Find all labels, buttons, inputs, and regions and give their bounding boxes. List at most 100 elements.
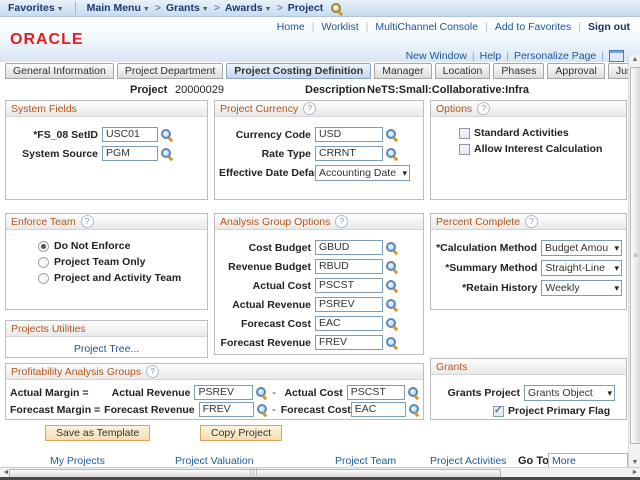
calculation-method-select[interactable]: Budget Amou [541, 240, 622, 256]
my-projects-link[interactable]: My Projects [50, 455, 105, 467]
do-not-enforce-radio[interactable] [38, 241, 49, 252]
breadcrumb-grants[interactable]: Grants▼ [166, 2, 209, 14]
cost-budget-lookup-icon[interactable] [385, 241, 398, 254]
oracle-logo: ORACLE [10, 31, 84, 49]
breadcrumb-search-icon[interactable] [330, 2, 343, 15]
scroll-down-arrow[interactable]: ▼ [629, 459, 640, 466]
percent-complete-header: Percent Complete [431, 214, 626, 230]
sign-out-link[interactable]: Sign out [588, 21, 630, 33]
revenue-budget-lookup-icon[interactable] [385, 260, 398, 273]
allow-interest-label: Allow Interest Calculation [474, 143, 602, 155]
project-tree-link[interactable]: Project Tree... [74, 343, 139, 355]
forecast-cost-formula-lookup-icon[interactable] [408, 403, 419, 416]
personalize-page-link[interactable]: Personalize Page [514, 50, 596, 62]
multichannel-console-link[interactable]: MultiChannel Console [375, 21, 478, 33]
forecast-cost-lookup-icon[interactable] [385, 317, 398, 330]
revenue-budget-input[interactable]: RBUD [315, 259, 383, 274]
copy-project-button[interactable]: Copy Project [200, 425, 282, 441]
tab-project-costing-definition[interactable]: Project Costing Definition [226, 63, 371, 79]
tab-approval[interactable]: Approval [547, 63, 604, 79]
breadcrumb-awards[interactable]: Awards▼ [225, 2, 272, 14]
rate-type-input[interactable]: CRRNT [315, 146, 383, 161]
actual-cost-formula-input[interactable]: PSCST [347, 385, 405, 400]
breadcrumb-separator: > [214, 2, 220, 14]
tab-phases[interactable]: Phases [493, 63, 544, 79]
project-team-link[interactable]: Project Team [335, 455, 396, 467]
allow-interest-row: Allow Interest Calculation [459, 143, 622, 155]
save-as-template-button[interactable]: Save as Template [45, 425, 150, 441]
setid-label: *FS_08 SetID [10, 129, 98, 141]
setid-input[interactable]: USC01 [102, 127, 158, 142]
projects-utilities-header: Projects Utilities [6, 321, 207, 337]
system-source-lookup-icon[interactable] [160, 147, 173, 160]
actual-cost-formula-lookup-icon[interactable] [407, 386, 419, 399]
minus-sign: - [267, 404, 281, 416]
actual-revenue-formula-lookup-icon[interactable] [255, 386, 267, 399]
help-icon[interactable] [477, 102, 490, 115]
actual-revenue-formula-input[interactable]: PSREV [194, 385, 252, 400]
home-link[interactable]: Home [277, 21, 305, 33]
project-valuation-link[interactable]: Project Valuation [175, 455, 254, 467]
system-source-input[interactable]: PGM [102, 146, 158, 161]
horizontal-scrollbar[interactable]: ◄ ||| ► [0, 467, 640, 477]
help-icon[interactable] [335, 215, 348, 228]
utility-links: New Window| Help| Personalize Page| [406, 50, 624, 62]
cost-budget-input[interactable]: GBUD [315, 240, 383, 255]
forecast-revenue-formula-lookup-icon[interactable] [256, 403, 267, 416]
tab-location[interactable]: Location [435, 63, 491, 79]
scroll-up-arrow[interactable]: ▲ [629, 56, 640, 63]
actual-cost-lookup-icon[interactable] [385, 279, 398, 292]
system-fields-header: System Fields [6, 101, 207, 117]
project-and-activity-team-label: Project and Activity Team [54, 272, 181, 284]
summary-method-select[interactable]: Straight-Line [541, 260, 622, 276]
currency-code-input[interactable]: USD [315, 127, 383, 142]
worklist-link[interactable]: Worklist [321, 21, 358, 33]
main-menu[interactable]: Main Menu▼ [87, 2, 150, 14]
divider: | [472, 50, 475, 62]
rate-type-lookup-icon[interactable] [385, 147, 398, 160]
help-icon[interactable] [81, 215, 94, 228]
header-links: Home| Worklist| MultiChannel Console| Ad… [277, 21, 630, 33]
forecast-revenue-formula-input[interactable]: FREV [199, 402, 254, 417]
tab-manager[interactable]: Manager [374, 63, 431, 79]
tab-general-information[interactable]: General Information [5, 63, 114, 79]
chevron-down-icon: ▼ [143, 6, 150, 13]
personalize-grid-icon[interactable] [609, 50, 624, 62]
tab-justification[interactable]: Justification [608, 63, 628, 79]
actual-cost-input[interactable]: PSCST [315, 278, 383, 293]
standard-activities-checkbox[interactable] [459, 128, 470, 139]
retain-history-select[interactable]: Weekly [541, 280, 622, 296]
vertical-scrollbar-thumb[interactable]: ≡ [630, 67, 640, 444]
actual-revenue-lookup-icon[interactable] [385, 298, 398, 311]
system-source-label: System Source [10, 148, 98, 160]
divider: | [312, 21, 315, 33]
project-primary-flag-checkbox[interactable] [493, 406, 504, 417]
tab-project-department[interactable]: Project Department [117, 63, 223, 79]
project-team-only-radio[interactable] [38, 257, 49, 268]
favorites-menu[interactable]: Favorites▼ [8, 2, 64, 14]
help-link[interactable]: Help [480, 50, 502, 62]
help-icon[interactable] [146, 365, 159, 378]
grants-project-select[interactable]: Grants Object [524, 385, 615, 401]
forecast-revenue-lookup-icon[interactable] [385, 336, 398, 349]
forecast-cost-label: Forecast Cost [219, 318, 311, 330]
breadcrumb-project[interactable]: Project [288, 2, 324, 14]
tab-bar: General Information Project Department P… [0, 62, 628, 79]
vertical-scrollbar[interactable]: ▲ ≡ ▼ [628, 55, 640, 467]
effective-date-default-select[interactable]: Accounting Date [315, 165, 410, 181]
setid-lookup-icon[interactable] [160, 128, 173, 141]
forecast-cost-formula-input[interactable]: EAC [351, 402, 406, 417]
actual-revenue-input[interactable]: PSREV [315, 297, 383, 312]
project-and-activity-team-radio[interactable] [38, 273, 49, 284]
help-icon[interactable] [525, 215, 538, 228]
add-to-favorites-link[interactable]: Add to Favorites [495, 21, 571, 33]
forecast-cost-input[interactable]: EAC [315, 316, 383, 331]
help-icon[interactable] [303, 102, 316, 115]
forecast-revenue-input[interactable]: FREV [315, 335, 383, 350]
scroll-right-arrow[interactable]: ► [630, 469, 640, 476]
allow-interest-checkbox[interactable] [459, 144, 470, 155]
new-window-link[interactable]: New Window [406, 50, 467, 62]
project-currency-groupbox: Project Currency Currency Code USD Rate … [214, 100, 424, 200]
project-activities-link[interactable]: Project Activities [430, 455, 506, 467]
currency-code-lookup-icon[interactable] [385, 128, 398, 141]
